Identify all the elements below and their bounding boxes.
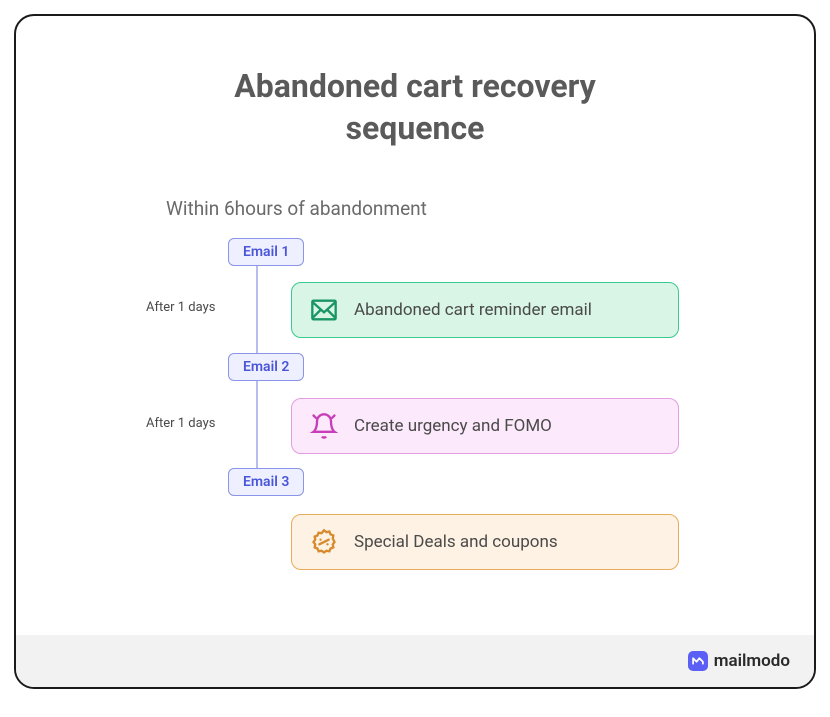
step-card-3: Special Deals and coupons [291, 514, 679, 570]
step-text-3: Special Deals and coupons [354, 532, 558, 552]
diagram-title: Abandoned cart recovery sequence [16, 66, 814, 149]
email-tag-3: Email 3 [228, 468, 304, 496]
timing-label-1: After 1 days [146, 300, 215, 315]
title-line-1: Abandoned cart recovery [234, 67, 596, 105]
timing-label-2: After 1 days [146, 416, 215, 431]
brand: mailmodo [688, 651, 790, 671]
bell-icon [310, 412, 338, 440]
diagram-subtitle: Within 6hours of abandonment [166, 197, 814, 220]
step-text-1: Abandoned cart reminder email [354, 300, 592, 320]
email-tag-2: Email 2 [228, 353, 304, 381]
badge-icon [310, 528, 338, 556]
email-tag-1: Email 1 [228, 238, 304, 266]
connector-line-1 [256, 266, 258, 354]
connector-line-2 [256, 378, 258, 468]
footer-bar: mailmodo [16, 635, 814, 687]
brand-logo-icon [688, 651, 708, 671]
brand-name: mailmodo [714, 651, 790, 671]
title-line-2: sequence [346, 109, 485, 147]
step-text-2: Create urgency and FOMO [354, 416, 552, 436]
step-card-2: Create urgency and FOMO [291, 398, 679, 454]
diagram-card: Abandoned cart recovery sequence Within … [14, 14, 816, 689]
step-card-1: Abandoned cart reminder email [291, 282, 679, 338]
envelope-icon [310, 296, 338, 324]
